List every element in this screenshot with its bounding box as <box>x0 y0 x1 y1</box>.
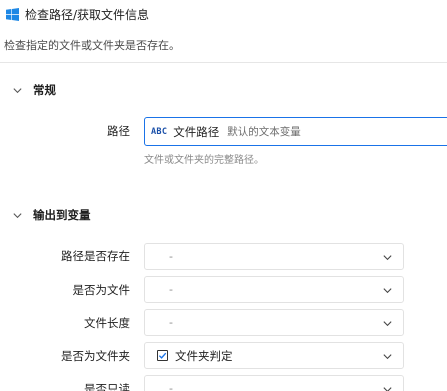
panel: 检查路径/获取文件信息 检查指定的文件或文件夹是否存在。 常规 路径 ABC 文… <box>0 0 447 391</box>
page-description: 检查指定的文件或文件夹是否存在。 <box>4 39 180 52</box>
chevron-down-icon <box>383 387 392 391</box>
windows-icon <box>6 7 19 21</box>
section-general-toggle[interactable]: 常规 <box>12 81 56 99</box>
is-folder-label: 是否为文件夹 <box>61 349 130 363</box>
section-output-toggle[interactable]: 输出到变量 <box>12 206 91 224</box>
chevron-down-icon <box>383 354 392 360</box>
file-length-value: - <box>169 316 173 329</box>
path-exists-value: - <box>169 250 173 263</box>
is-folder-value: 文件夹判定 <box>175 348 233 363</box>
chevron-down-icon <box>383 255 392 261</box>
checkbox[interactable] <box>157 350 168 361</box>
page-title: 检查路径/获取文件信息 <box>25 7 150 22</box>
chevron-down-icon <box>13 87 22 93</box>
path-placeholder: 默认的文本变量 <box>227 126 301 138</box>
section-output-label: 输出到变量 <box>33 208 91 222</box>
checkmark-icon <box>158 352 167 359</box>
divider <box>0 62 447 63</box>
is-folder-dropdown[interactable]: 文件夹判定 <box>144 342 404 369</box>
text-variable-icon: ABC <box>151 126 168 137</box>
file-length-dropdown[interactable]: - <box>144 309 404 336</box>
chevron-down-icon <box>383 288 392 294</box>
is-file-label: 是否为文件 <box>72 283 131 297</box>
path-exists-label: 路径是否存在 <box>61 249 130 263</box>
file-length-label: 文件长度 <box>84 316 130 330</box>
header: 检查路径/获取文件信息 <box>6 5 149 23</box>
path-value: 文件路径 <box>173 124 220 139</box>
path-input[interactable]: ABC 文件路径 默认的文本变量 <box>144 117 447 146</box>
path-exists-dropdown[interactable]: - <box>144 243 404 270</box>
is-readonly-label: 是否只读 <box>84 382 130 391</box>
path-hint: 文件或文件夹的完整路径。 <box>144 155 264 166</box>
is-file-dropdown[interactable]: - <box>144 276 404 303</box>
section-general-label: 常规 <box>33 83 56 97</box>
chevron-down-icon <box>383 321 392 327</box>
chevron-down-icon <box>13 212 22 218</box>
is-readonly-value: - <box>169 382 173 391</box>
is-file-value: - <box>169 283 173 296</box>
is-readonly-dropdown[interactable]: - <box>144 375 404 391</box>
path-label: 路径 <box>107 124 130 138</box>
